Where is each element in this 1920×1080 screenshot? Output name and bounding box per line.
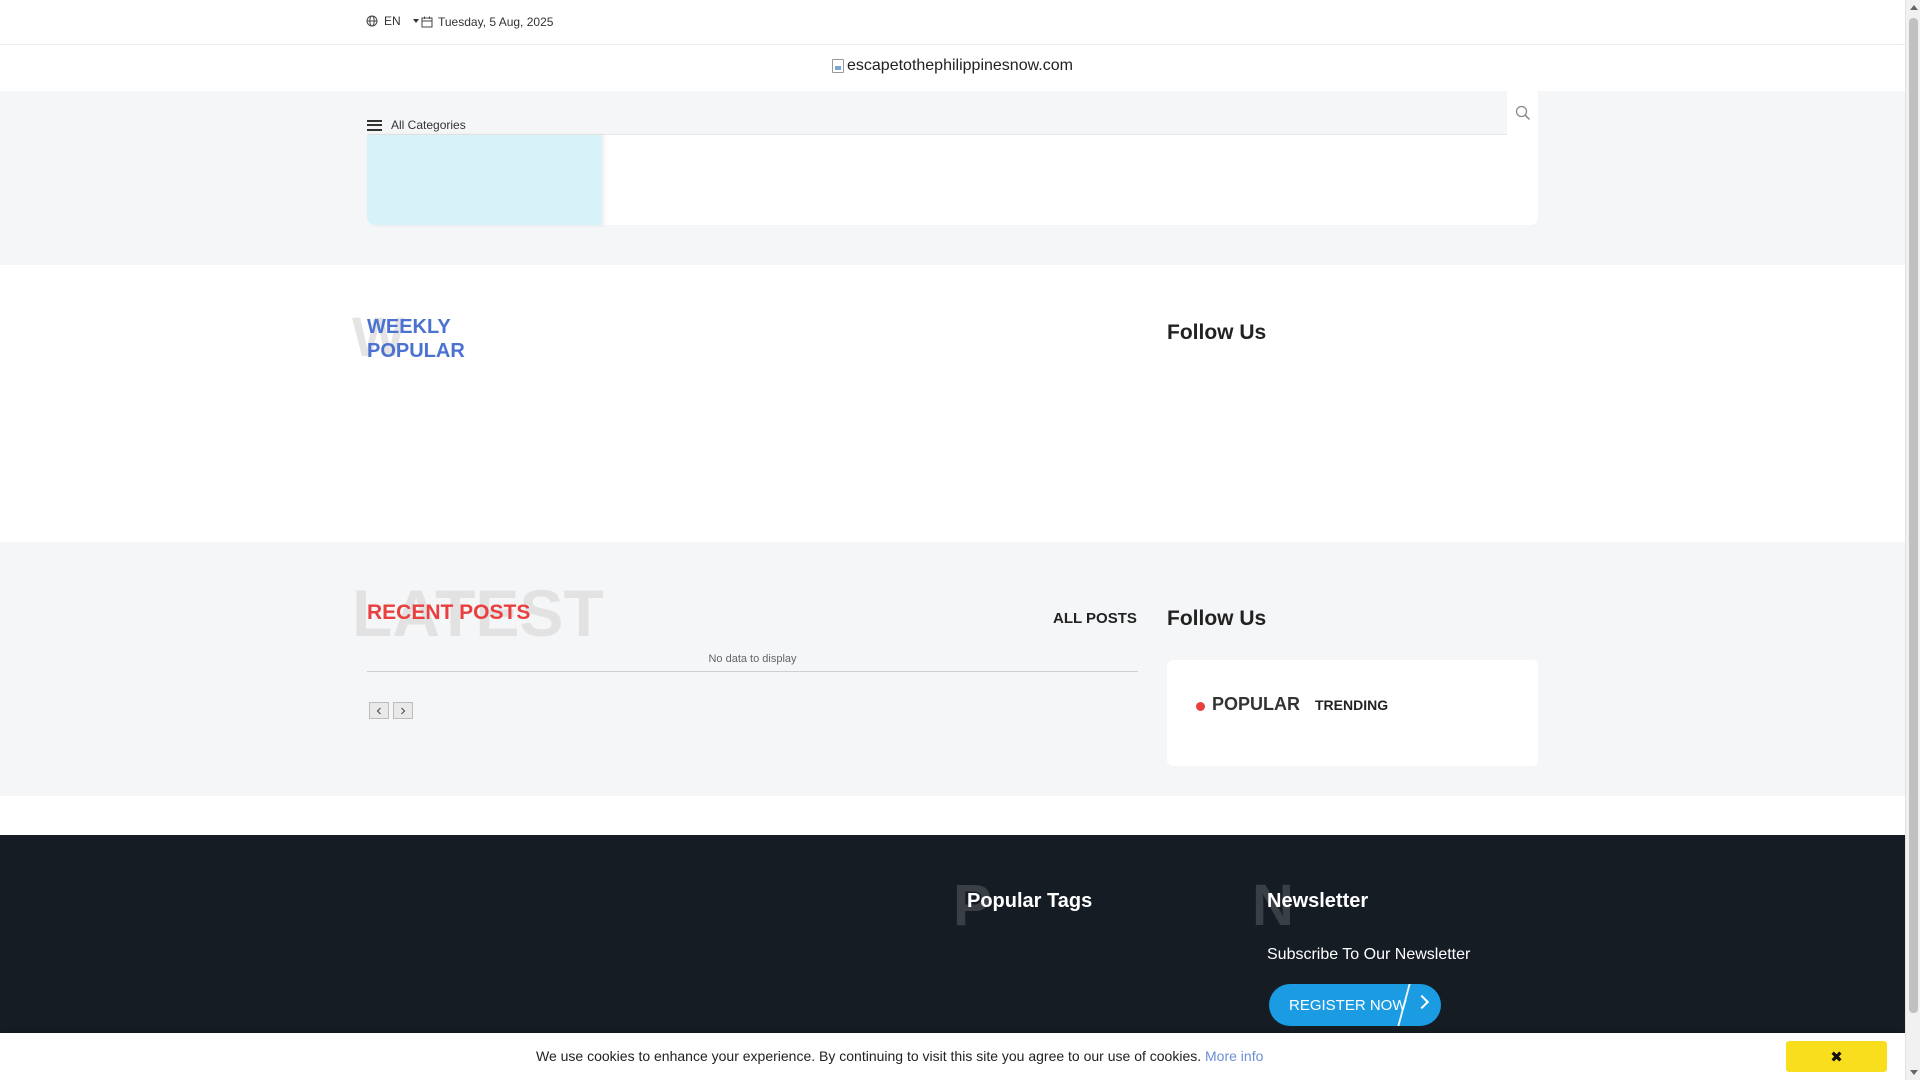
subscribe-text: Subscribe To Our Newsletter — [1267, 946, 1471, 963]
next-page-button[interactable] — [393, 702, 413, 719]
scroll-up-icon[interactable] — [1910, 5, 1918, 10]
calendar-icon — [421, 16, 433, 28]
popular-trending-widget: POPULAR TRENDING — [1167, 660, 1538, 766]
recent-posts-title: RECENT POSTS — [367, 601, 531, 624]
all-categories-label: All Categories — [391, 118, 466, 132]
register-label: REGISTER NOW — [1289, 996, 1407, 1014]
broken-image-icon — [832, 59, 844, 73]
featured-post-thumbnail[interactable] — [367, 135, 602, 225]
featured-post-card[interactable] — [367, 135, 1538, 225]
scroll-down-icon[interactable] — [1910, 1070, 1918, 1075]
top-bar: EN Tuesday, 5 Aug, 2025 — [0, 0, 1905, 45]
cookie-message: We use cookies to enhance your experienc… — [536, 1048, 1263, 1064]
newsletter-title: Newsletter — [1267, 890, 1369, 912]
language-label: EN — [384, 14, 401, 28]
posts-pager — [369, 702, 413, 719]
language-selector[interactable]: EN — [366, 14, 419, 28]
empty-message: No data to display — [367, 653, 1138, 672]
search-icon — [1515, 105, 1530, 121]
active-tab-dot-icon — [1196, 702, 1205, 711]
cookie-close-button[interactable]: ✖ — [1786, 1041, 1887, 1072]
tab-popular[interactable]: POPULAR — [1212, 694, 1300, 715]
scrollbar-thumb[interactable] — [1909, 18, 1918, 1013]
logo-alt-text: escapetothephilippinesnow.com — [847, 57, 1073, 74]
all-posts-link[interactable]: ALL POSTS — [1053, 610, 1137, 627]
chevron-down-icon — [412, 19, 419, 23]
header-logo-bar: escapetothephilippinesnow.com — [0, 45, 1905, 91]
follow-us-heading-2: Follow Us — [1167, 607, 1267, 630]
cookie-text: We use cookies to enhance your experienc… — [536, 1048, 1202, 1064]
follow-us-heading: Follow Us — [1167, 321, 1267, 344]
page-scrollbar[interactable] — [1905, 0, 1920, 1080]
current-date: Tuesday, 5 Aug, 2025 — [421, 15, 553, 29]
site-logo[interactable]: escapetothephilippinesnow.com — [832, 57, 1073, 75]
more-info-link[interactable]: More info — [1205, 1048, 1263, 1064]
chevron-left-icon — [376, 707, 381, 714]
category-bar: All Categories — [367, 116, 1507, 135]
weekly-popular-title: WEEKLY POPULAR — [367, 316, 465, 362]
all-categories-button[interactable]: All Categories — [367, 118, 466, 132]
chevron-right-icon — [401, 707, 406, 714]
register-now-button[interactable]: REGISTER NOW — [1269, 984, 1441, 1026]
prev-page-button[interactable] — [369, 702, 389, 719]
chevron-right-icon — [1414, 994, 1430, 1010]
globe-icon — [366, 15, 378, 27]
tab-trending[interactable]: TRENDING — [1315, 697, 1388, 713]
cookie-banner: We use cookies to enhance your experienc… — [0, 1033, 1905, 1080]
search-button[interactable] — [1507, 91, 1538, 135]
hamburger-icon — [367, 119, 382, 131]
date-text: Tuesday, 5 Aug, 2025 — [438, 15, 554, 29]
popular-tags-title: Popular Tags — [967, 890, 1093, 912]
